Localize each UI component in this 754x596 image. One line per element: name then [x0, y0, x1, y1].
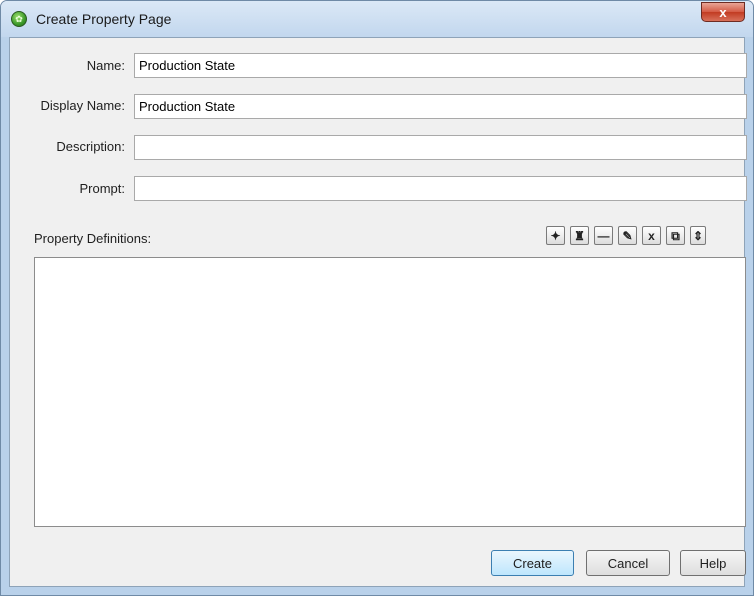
title-bar[interactable]: ✿ Create Property Page x [1, 1, 753, 37]
definitions-toolbar: ✦ ♜ — ✎ x ⧉ ⇕ [546, 226, 706, 248]
copy-icon[interactable]: ⧉ [666, 226, 685, 245]
display-name-label: Display Name: [40, 98, 125, 113]
help-button[interactable]: Help [680, 550, 746, 576]
property-definitions-label: Property Definitions: [34, 231, 152, 246]
name-label: Name: [86, 58, 125, 73]
description-label: Description: [56, 139, 125, 154]
prompt-label: Prompt: [79, 181, 125, 196]
find-icon[interactable]: ♜ [570, 226, 589, 245]
display-name-field[interactable] [134, 94, 747, 119]
dialog-window: ✿ Create Property Page x Name: Display N… [0, 0, 754, 596]
name-field[interactable] [134, 53, 747, 78]
cancel-button[interactable]: Cancel [586, 550, 670, 576]
close-button[interactable]: x [701, 2, 745, 22]
new-definition-icon[interactable]: ✦ [546, 226, 565, 245]
reorder-icon[interactable]: ⇕ [690, 226, 706, 245]
window-title: Create Property Page [36, 11, 172, 27]
description-field[interactable] [134, 135, 747, 160]
property-definitions-list[interactable] [34, 257, 746, 527]
create-button[interactable]: Create [491, 550, 574, 576]
app-logo-icon: ✿ [11, 11, 27, 27]
delete-icon[interactable]: x [642, 226, 661, 245]
remove-row-icon[interactable]: — [594, 226, 613, 245]
edit-icon[interactable]: ✎ [618, 226, 637, 245]
dialog-body: Name: Display Name: Description: Prompt:… [9, 37, 747, 587]
prompt-field[interactable] [134, 176, 747, 201]
